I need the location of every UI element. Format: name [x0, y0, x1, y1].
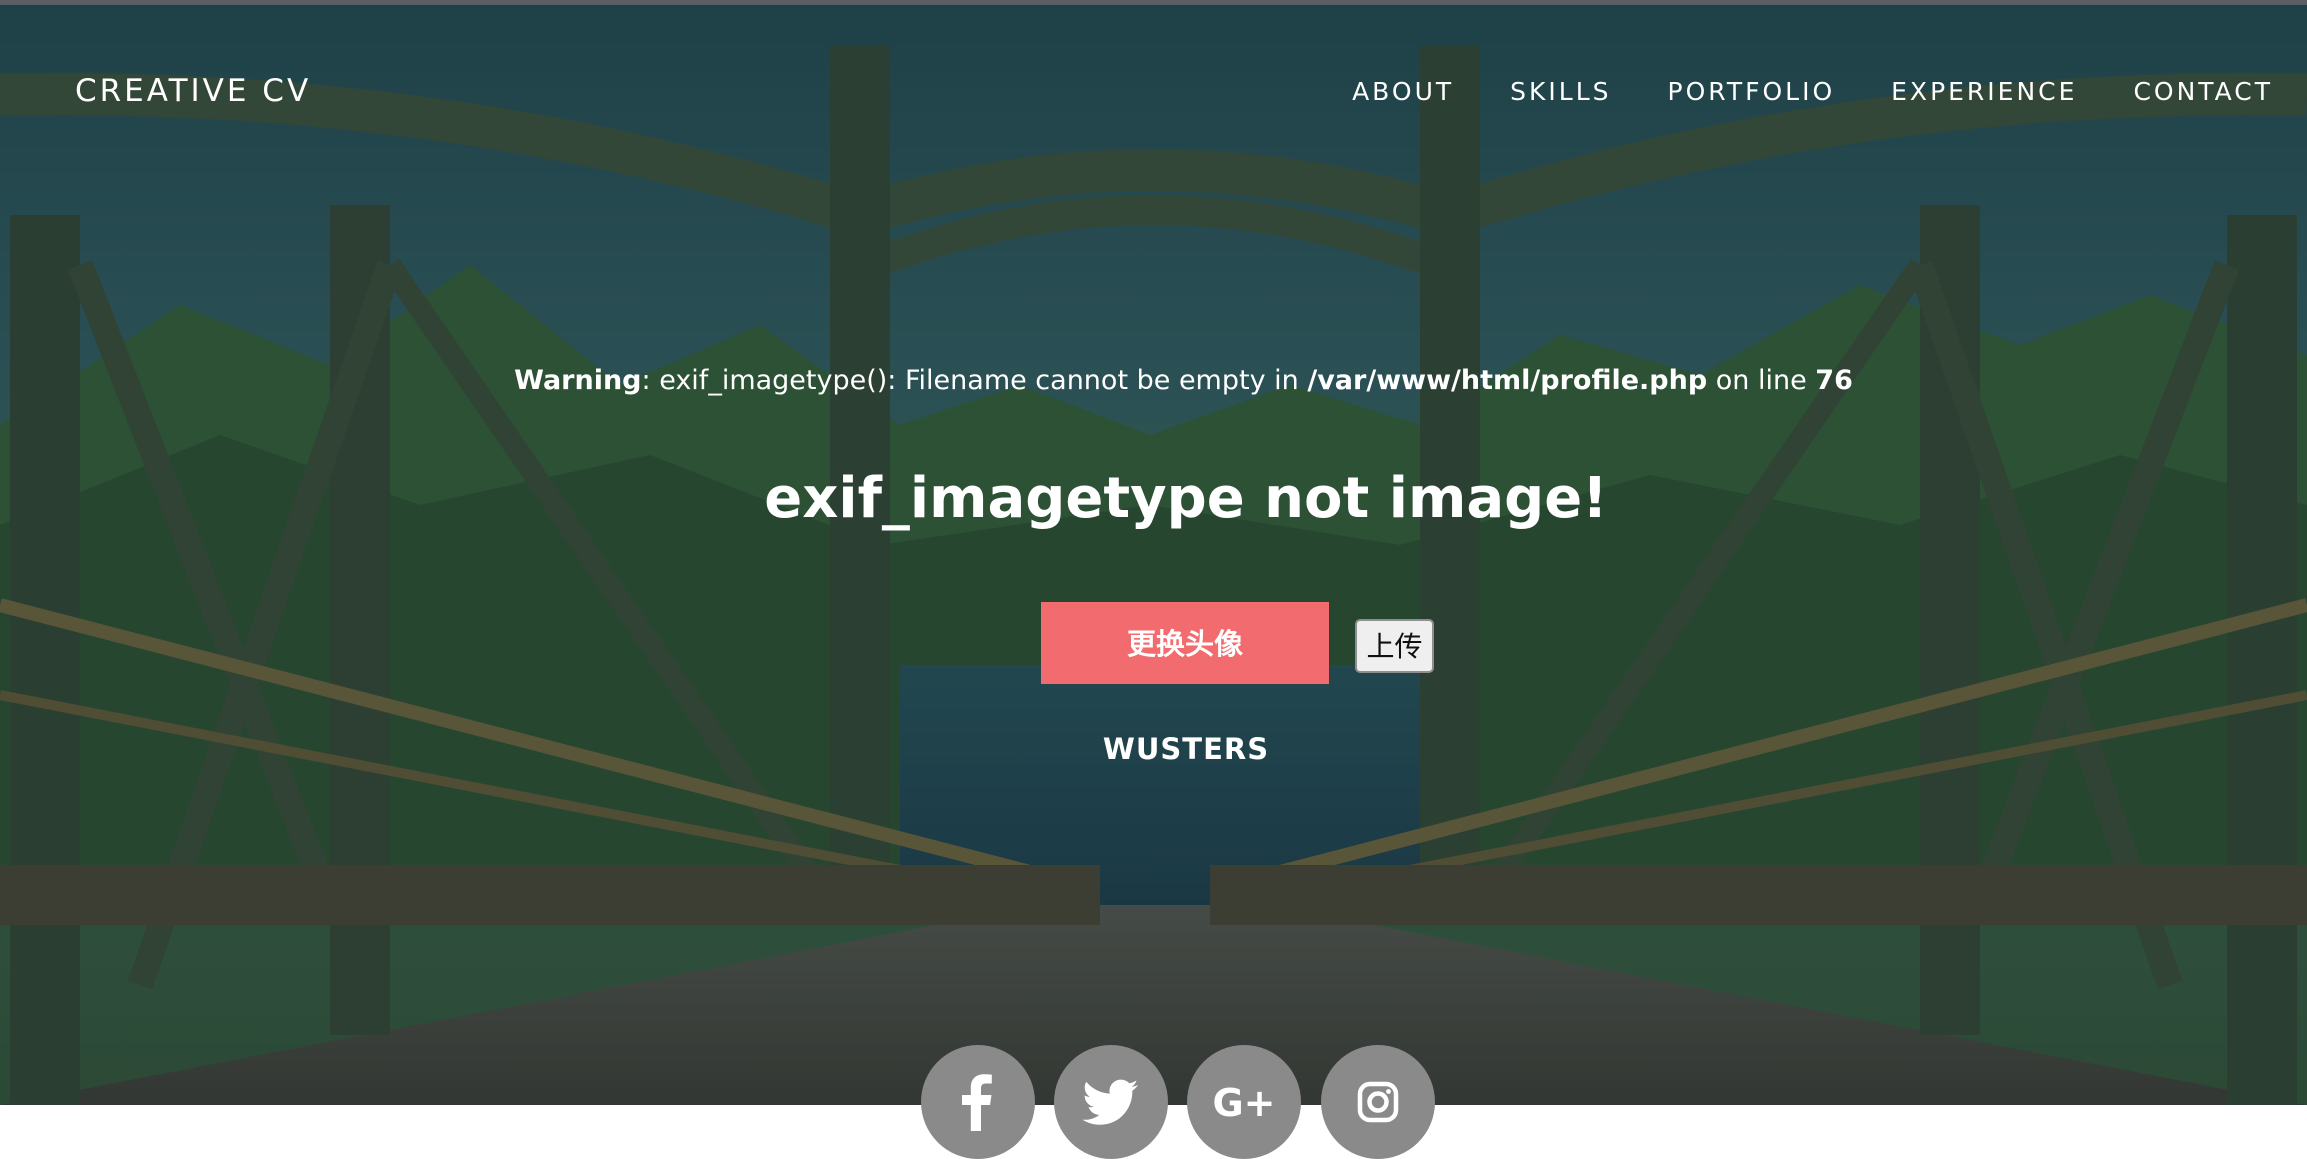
instagram-icon: [1357, 1081, 1399, 1123]
twitter-button[interactable]: [1054, 1045, 1168, 1159]
warning-label: Warning: [514, 365, 642, 396]
nav-portfolio[interactable]: PORTFOLIO: [1668, 75, 1836, 109]
dark-overlay: [0, 5, 2307, 1105]
svg-text:G+: G+: [1212, 1081, 1275, 1125]
warning-line-number: 76: [1815, 365, 1853, 396]
nav-about[interactable]: ABOUT: [1352, 75, 1454, 109]
warning-on-line: on line: [1707, 365, 1816, 396]
upload-button[interactable]: 上传: [1355, 619, 1434, 673]
social-links: G+: [921, 1045, 1435, 1159]
page: CREATIVE CV ABOUT SKILLS PORTFOLIO EXPER…: [0, 0, 2307, 1159]
nav-contact[interactable]: CONTACT: [2133, 75, 2273, 109]
site-brand[interactable]: CREATIVE CV: [75, 71, 311, 111]
nav-experience[interactable]: EXPERIENCE: [1891, 75, 2077, 109]
php-warning-message: Warning: exif_imagetype(): Filename cann…: [0, 363, 2307, 399]
google-plus-icon: G+: [1212, 1081, 1275, 1125]
facebook-icon: [962, 1074, 992, 1131]
main-nav: ABOUT SKILLS PORTFOLIO EXPERIENCE CONTAC…: [1352, 75, 2273, 109]
nav-skills[interactable]: SKILLS: [1510, 75, 1611, 109]
hero-section: CREATIVE CV ABOUT SKILLS PORTFOLIO EXPER…: [0, 5, 2307, 1105]
username: WUSTERS: [1102, 732, 1270, 766]
change-avatar-button[interactable]: 更换头像: [1041, 602, 1329, 684]
error-headline: exif_imagetype not image!: [764, 466, 1608, 531]
warning-text: : exif_imagetype(): Filename cannot be e…: [641, 365, 1308, 396]
twitter-icon: [1082, 1079, 1138, 1125]
instagram-button[interactable]: [1321, 1045, 1435, 1159]
facebook-button[interactable]: [921, 1045, 1035, 1159]
warning-file-path: /var/www/html/profile.php: [1307, 365, 1708, 396]
google-plus-button[interactable]: G+: [1187, 1045, 1301, 1159]
